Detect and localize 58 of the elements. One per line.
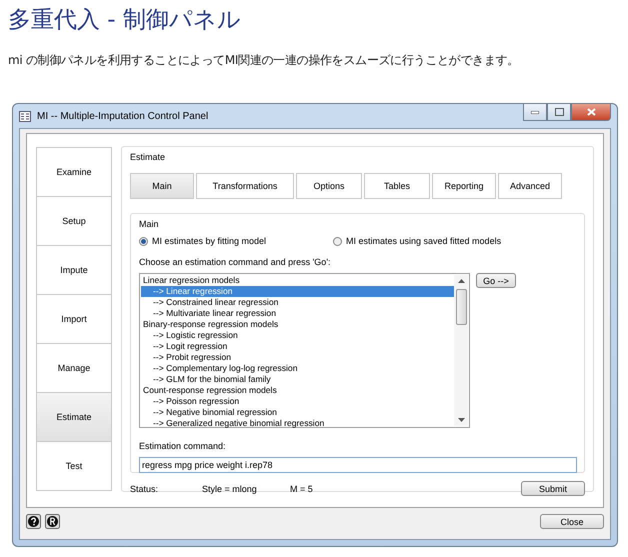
close-icon: [586, 108, 596, 116]
scroll-up-icon[interactable]: [458, 279, 464, 283]
radio-label: MI estimates by fitting model: [152, 236, 266, 246]
maximize-button[interactable]: [547, 104, 571, 121]
group-title: Main: [137, 219, 161, 229]
scroll-thumb[interactable]: [456, 289, 466, 325]
list-item[interactable]: --> GLM for the binomial family: [141, 374, 454, 385]
list-item[interactable]: --> Negative binomial regression: [141, 407, 454, 418]
registered-icon[interactable]: [45, 514, 60, 529]
nav-button[interactable]: Setup: [36, 196, 112, 246]
nav-button[interactable]: Test: [36, 441, 112, 491]
radio-label: MI estimates using saved fitted models: [346, 236, 502, 246]
list-group-header: Binary-response regression models: [142, 319, 280, 330]
style-status: Style = mlong: [202, 484, 258, 494]
tab[interactable]: Main: [130, 173, 194, 199]
nav-button[interactable]: Manage: [36, 343, 112, 393]
submit-button[interactable]: Submit: [521, 481, 585, 496]
minimize-button[interactable]: [523, 104, 547, 121]
radio-button[interactable]: [333, 236, 342, 246]
nav-button[interactable]: Estimate: [36, 392, 112, 442]
nav-button[interactable]: Impute: [36, 245, 112, 295]
command-field[interactable]: regress mpg price weight i.rep78: [139, 457, 577, 473]
window-title: MI -- Multiple-Imputation Control Panel: [37, 110, 208, 122]
close-window-button[interactable]: [571, 104, 611, 121]
help-icon[interactable]: [26, 514, 41, 529]
tab[interactable]: Options: [296, 173, 362, 199]
list-group-header: Linear regression models: [142, 275, 240, 286]
list-item[interactable]: --> Complementary log-log regression: [141, 363, 454, 374]
minimize-icon: [531, 110, 539, 114]
list-item[interactable]: --> Multivariate linear regression: [141, 308, 454, 319]
scrollbar[interactable]: [454, 275, 468, 426]
list-group-header: Count-response regression models: [142, 385, 278, 396]
status-label: Status:: [130, 484, 160, 494]
list-item[interactable]: --> Logistic regression: [141, 330, 454, 341]
tab[interactable]: Advanced: [498, 173, 562, 199]
list-prompt: Choose an estimation command and press 'Go':: [139, 257, 331, 267]
m-status: M = 5: [290, 484, 313, 494]
list-item[interactable]: --> Poisson regression: [141, 396, 454, 407]
tab[interactable]: Reporting: [432, 173, 496, 199]
list-item[interactable]: --> Logit regression: [141, 341, 454, 352]
maximize-icon: [554, 108, 564, 116]
close-button[interactable]: Close: [540, 514, 604, 529]
window-icon: [19, 110, 31, 122]
go-button[interactable]: Go -->: [476, 273, 516, 288]
list-item[interactable]: --> Probit regression: [141, 352, 454, 363]
nav-button[interactable]: Import: [36, 294, 112, 344]
tab[interactable]: Tables: [364, 173, 430, 199]
scroll-down-icon[interactable]: [458, 418, 464, 422]
radio-button[interactable]: [139, 236, 148, 246]
tab[interactable]: Transformations: [196, 173, 294, 199]
nav-button[interactable]: Examine: [36, 147, 112, 197]
intro-paragraph: mi の制御パネルを利用することによってMI関連の一連の操作をスムーズに行うことができます。: [8, 52, 519, 69]
page-heading: 多重代入 - 制御パネル: [8, 6, 241, 35]
list-item[interactable]: --> Constrained linear regression: [141, 297, 454, 308]
list-item[interactable]: --> Linear regression: [141, 286, 454, 297]
list-item[interactable]: --> Generalized negative binomial regression: [141, 418, 454, 429]
command-label: Estimation command:: [139, 441, 226, 451]
group-title: Estimate: [128, 152, 168, 162]
